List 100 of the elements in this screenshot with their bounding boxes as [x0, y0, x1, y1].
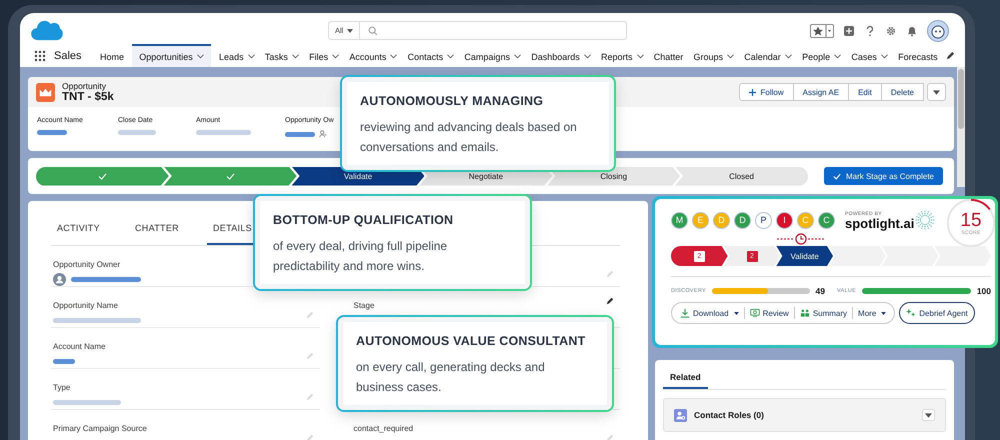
caret-down-icon: [925, 412, 932, 418]
deal-stage[interactable]: [829, 246, 886, 266]
nav-tab[interactable]: Opportunities: [132, 44, 211, 67]
record-action-button[interactable]: Assign AE: [792, 83, 850, 101]
nav-tab[interactable]: Tasks: [262, 44, 301, 67]
help-icon[interactable]: [864, 24, 876, 36]
screen-icon: [750, 308, 760, 318]
path-stage[interactable]: [164, 166, 297, 186]
notifications-icon[interactable]: [906, 24, 918, 36]
nav-tab[interactable]: Home: [98, 44, 126, 67]
detail-tab[interactable]: CHATTER: [129, 223, 207, 245]
nav-tab[interactable]: Groups: [692, 44, 736, 67]
chevron-down-icon: [292, 54, 299, 59]
field-label: Account Name: [53, 342, 106, 351]
nav-tab[interactable]: Cases: [849, 44, 890, 67]
field-label: Stage: [354, 301, 374, 310]
search-icon: [368, 26, 378, 36]
user-avatar-icon: [53, 272, 66, 286]
nav-tab[interactable]: People: [800, 44, 844, 67]
pencil-icon[interactable]: [946, 51, 955, 60]
check-icon: [98, 172, 107, 180]
nav-tab[interactable]: Campaigns: [462, 44, 523, 67]
chevron-down-icon: [447, 54, 454, 59]
caret-down-icon: [734, 312, 739, 314]
scrollbar[interactable]: [957, 67, 965, 187]
chevron-down-icon: [332, 54, 340, 59]
record-title: TNT - $5k: [62, 91, 114, 103]
meddpicc-indicator[interactable]: P: [755, 212, 772, 228]
chevron-down-icon: [636, 54, 644, 59]
deal-stage[interactable]: Validate: [776, 246, 834, 266]
meter-reading: 100: [976, 286, 991, 296]
dot-burst-icon: [915, 210, 936, 230]
caret-down-icon: [881, 312, 886, 314]
record-action-button[interactable]: Delete: [880, 83, 924, 101]
action-button[interactable]: Summary: [794, 304, 852, 322]
chevron-down-icon: [514, 54, 521, 59]
chevron-down-icon: [880, 54, 888, 59]
nav-tab[interactable]: Contacts: [406, 44, 456, 67]
people-icon: [800, 308, 810, 318]
mark-stage-complete-button[interactable]: Mark Stage as Complete: [824, 167, 943, 185]
field-label: contact_required: [354, 424, 414, 433]
dropdown-button[interactable]: [922, 409, 935, 421]
app-name: Sales: [54, 50, 83, 62]
edit-icon[interactable]: [606, 297, 614, 305]
related-tab[interactable]: Related: [663, 368, 708, 389]
path-stage[interactable]: [36, 166, 169, 186]
meddpicc-indicator[interactable]: I: [776, 212, 793, 228]
nav-tab[interactable]: Calendar: [742, 44, 794, 67]
record-type: Opportunity: [62, 81, 107, 91]
action-button[interactable]: More: [853, 304, 892, 322]
value-placeholder: [37, 130, 67, 135]
debrief-agent-button[interactable]: Debrief Agent: [899, 302, 975, 324]
field-label: Opportunity Name: [53, 301, 118, 310]
value-placeholder: [53, 358, 75, 364]
avatar-icon[interactable]: [927, 20, 949, 42]
action-button[interactable]: Review: [744, 304, 794, 322]
related-list-title[interactable]: Contact Roles (0): [694, 410, 764, 420]
nav-tab[interactable]: Dashboards: [529, 44, 593, 67]
meter-reading: 49: [816, 286, 825, 296]
add-icon[interactable]: [843, 24, 855, 36]
value-placeholder: [118, 130, 156, 135]
check-icon: [226, 172, 235, 180]
nav-tab[interactable]: Reports: [598, 44, 646, 67]
nav-tab[interactable]: Leads: [217, 44, 257, 67]
nav-tab[interactable]: Forecasts: [896, 44, 940, 67]
value-placeholder: [71, 276, 141, 282]
record-action-button[interactable]: Edit: [848, 83, 882, 101]
settings-icon[interactable]: [885, 24, 897, 36]
follow-button[interactable]: Follow: [739, 83, 794, 101]
nav-tab[interactable]: Chatter: [652, 44, 686, 67]
value-placeholder: [196, 130, 251, 135]
favorites-icon[interactable]: [810, 24, 834, 38]
brand-name: spotlight.ai: [845, 216, 914, 230]
chevron-down-icon: [584, 54, 591, 59]
field-label: Type: [53, 383, 70, 392]
nav-tab[interactable]: Files: [307, 44, 342, 67]
change-owner-icon[interactable]: [319, 130, 327, 138]
chevron-down-icon: [727, 54, 734, 59]
chevron-down-icon: [248, 54, 255, 59]
detail-tab[interactable]: ACTIVITY: [51, 223, 129, 245]
timer-marker-icon: [777, 233, 825, 245]
path-stage[interactable]: Closed: [675, 166, 808, 186]
more-actions-button[interactable]: [927, 83, 946, 101]
crown-icon: [36, 82, 55, 102]
chevron-down-icon: [196, 54, 204, 59]
sparkle-icon: [906, 308, 916, 318]
value-placeholder: [53, 400, 121, 404]
callout-title: AUTONOMOUSLY MANAGING: [360, 94, 544, 108]
chevron-down-icon: [390, 54, 398, 59]
download-icon: [680, 308, 690, 318]
value-placeholder: [285, 132, 315, 136]
plus-icon: [749, 88, 756, 96]
contact-roles-icon: [674, 408, 687, 422]
callout-text: reviewing and advancing deals based on conversations and emails.: [360, 119, 578, 156]
cloud-logo[interactable]: [30, 19, 63, 42]
nav-tab[interactable]: Accounts: [347, 44, 400, 67]
field-label: Primary Campaign Source: [53, 424, 147, 433]
app-launcher-icon[interactable]: [34, 50, 46, 62]
action-button[interactable]: Download: [675, 304, 744, 322]
callout-text: on every call, generating decks and business cases.: [356, 359, 546, 396]
